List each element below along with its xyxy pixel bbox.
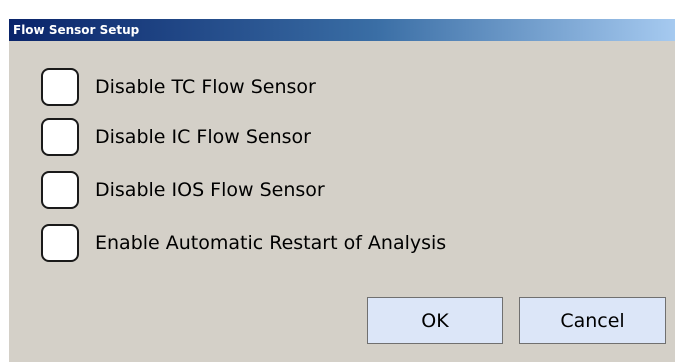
option-disable-ios-flow-sensor[interactable]: Disable IOS Flow Sensor [41,171,325,209]
option-label: Enable Automatic Restart of Analysis [95,232,447,254]
option-disable-tc-flow-sensor[interactable]: Disable TC Flow Sensor [41,68,316,106]
option-label: Disable IOS Flow Sensor [95,179,325,201]
option-enable-automatic-restart[interactable]: Enable Automatic Restart of Analysis [41,224,446,262]
disable-tc-flow-sensor-checkbox[interactable] [41,68,79,106]
flow-sensor-setup-dialog: Flow Sensor Setup Disable TC Flow Sensor… [8,19,675,362]
disable-ic-flow-sensor-checkbox[interactable] [41,118,79,156]
disable-ios-flow-sensor-checkbox[interactable] [41,171,79,209]
dialog-title: Flow Sensor Setup [9,19,675,41]
ok-button[interactable]: OK [367,297,503,344]
option-label: Disable IC Flow Sensor [95,126,311,148]
option-label: Disable TC Flow Sensor [95,76,316,98]
option-disable-ic-flow-sensor[interactable]: Disable IC Flow Sensor [41,118,311,156]
cancel-button[interactable]: Cancel [519,297,666,344]
enable-automatic-restart-checkbox[interactable] [41,224,79,262]
